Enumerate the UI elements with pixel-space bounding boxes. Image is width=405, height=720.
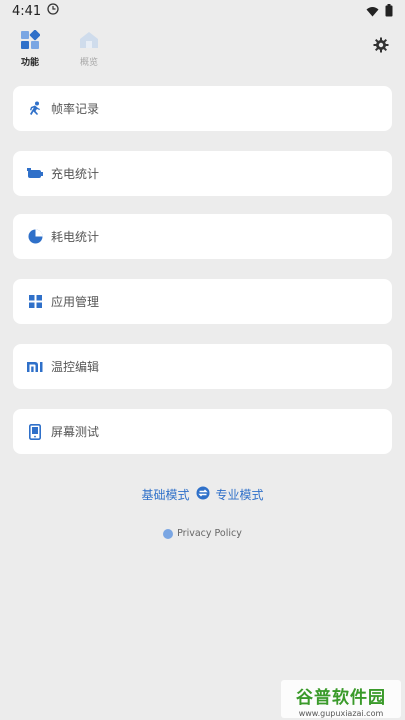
gear-icon[interactable] <box>373 37 389 53</box>
menu-item-app-management[interactable]: 应用管理 <box>13 279 392 324</box>
grid-icon <box>27 294 43 310</box>
watermark-url: www.gupuxiazai.com <box>298 708 384 718</box>
tab-overview-label: 概览 <box>79 58 98 68</box>
running-icon <box>27 101 43 117</box>
wifi-icon <box>366 2 379 21</box>
menu-item-label: 帧率记录 <box>51 102 100 116</box>
dashboard-icon <box>20 29 41 54</box>
status-time: 4:41 <box>12 3 42 19</box>
menu-item-label: 充电统计 <box>51 167 100 181</box>
battery-icon <box>385 2 393 21</box>
top-tab-bar: 功能 概览 <box>0 28 405 68</box>
phone-screen-icon <box>27 423 43 440</box>
app-screen: 4:41 功能 概览 帧率记录 充电统计 耗电统计 应用管理 温控编辑 屏幕测试… <box>0 0 405 720</box>
tab-functions[interactable]: 功能 <box>10 29 50 68</box>
menu-item-label: 屏幕测试 <box>51 425 100 439</box>
watermark: 谷普软件园 www.gupuxiazai.com <box>281 680 401 718</box>
pro-mode-label[interactable]: 专业模式 <box>216 486 264 503</box>
house-icon <box>78 32 100 54</box>
switch-icon[interactable] <box>196 486 210 503</box>
status-bar: 4:41 <box>0 0 405 22</box>
battery-charge-icon <box>27 166 43 182</box>
menu-item-charging-stats[interactable]: 充电统计 <box>13 151 392 196</box>
watermark-brand: 谷普软件园 <box>296 687 386 708</box>
privacy-label[interactable]: Privacy Policy <box>177 528 242 539</box>
privacy-icon <box>163 528 174 539</box>
tab-overview[interactable]: 概览 <box>69 30 109 68</box>
menu-item-fps-record[interactable]: 帧率记录 <box>13 86 392 131</box>
mi-logo-icon <box>27 359 43 375</box>
pie-chart-icon <box>27 229 43 245</box>
mode-switch[interactable]: 基础模式 专业模式 <box>0 486 405 503</box>
menu-item-power-stats[interactable]: 耗电统计 <box>13 214 392 259</box>
menu-item-label: 应用管理 <box>51 295 100 309</box>
menu-item-screen-test[interactable]: 屏幕测试 <box>13 409 392 454</box>
basic-mode-label[interactable]: 基础模式 <box>141 486 189 503</box>
tab-functions-label: 功能 <box>20 58 39 68</box>
menu-item-thermal-edit[interactable]: 温控编辑 <box>13 344 392 389</box>
privacy-policy-link[interactable]: Privacy Policy <box>0 528 405 539</box>
menu-item-label: 耗电统计 <box>51 230 100 244</box>
clock-icon <box>47 3 59 19</box>
menu-item-label: 温控编辑 <box>51 360 100 374</box>
